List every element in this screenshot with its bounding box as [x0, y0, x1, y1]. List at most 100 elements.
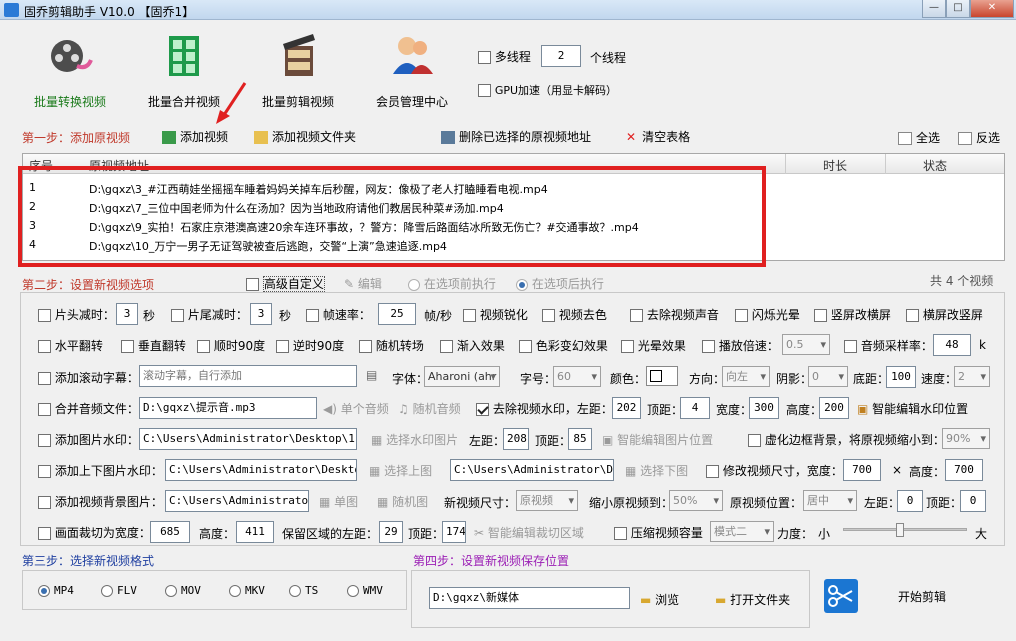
bottom-input[interactable]: 100	[886, 366, 916, 388]
color-picker[interactable]	[646, 366, 678, 386]
tail-cut-checkbox[interactable]	[171, 309, 184, 322]
format-radio[interactable]	[165, 585, 177, 597]
fadein-option[interactable]: 渐入效果	[440, 337, 505, 354]
resize-height-input[interactable]: 700	[945, 459, 983, 481]
position-select[interactable]: 居中	[803, 490, 857, 511]
head-cut-checkbox[interactable]	[38, 309, 51, 322]
resize-option[interactable]: 修改视频尺寸，宽度：	[706, 462, 843, 479]
shrink-select[interactable]: 50%	[669, 490, 723, 511]
add-folder-button[interactable]: 添加视频文件夹	[254, 128, 356, 145]
shadow-select[interactable]: 0	[808, 366, 848, 387]
bg-image-option[interactable]: 添加视频背景图片：	[38, 493, 163, 510]
image-watermark-option[interactable]: 添加图片水印：	[38, 431, 139, 448]
ccw90-checkbox[interactable]	[276, 340, 289, 353]
resize-checkbox[interactable]	[706, 465, 719, 478]
strength-slider[interactable]	[843, 523, 967, 537]
smart-watermark-button[interactable]: ▣ 智能编辑水印位置	[857, 400, 968, 417]
flash-option[interactable]: 闪烁光晕	[735, 306, 800, 323]
delete-selected-button[interactable]: 删除已选择的原视频地址	[441, 128, 591, 145]
speed-checkbox[interactable]	[702, 340, 715, 353]
format-option-mov[interactable]: MOV	[165, 584, 201, 597]
invert-selection-button[interactable]: 反选	[958, 129, 1000, 146]
halo-option[interactable]: 光晕效果	[621, 337, 686, 354]
rand-transition-option[interactable]: 随机转场	[359, 337, 424, 354]
maximize-button[interactable]: □	[946, 0, 970, 18]
vflip-checkbox[interactable]	[121, 340, 134, 353]
new-size-select[interactable]: 原视频	[516, 490, 578, 511]
speed-option[interactable]: 播放倍速：	[702, 337, 779, 354]
add-video-button[interactable]: 添加视频	[162, 128, 228, 145]
crop-option[interactable]: 画面裁切为宽度：	[38, 524, 151, 541]
format-radio[interactable]	[229, 585, 241, 597]
size-select[interactable]: 60	[553, 366, 601, 387]
scroll-speed-select[interactable]: 2	[954, 366, 990, 387]
gpu-checkbox[interactable]	[478, 84, 491, 97]
bottom-image-path[interactable]: C:\Users\Administrator\Desk	[450, 459, 614, 481]
format-option-ts[interactable]: TS	[289, 584, 318, 597]
img-left-input[interactable]: 208	[503, 428, 529, 450]
start-edit-button[interactable]: 开始剪辑	[822, 578, 982, 614]
keep-top-input[interactable]: 174	[442, 521, 466, 543]
color-fx-option[interactable]: 色彩变幻效果	[519, 337, 608, 354]
format-radio[interactable]	[101, 585, 113, 597]
h2v-checkbox[interactable]	[906, 309, 919, 322]
select-all-button[interactable]: 全选	[898, 129, 940, 146]
format-option-wmv[interactable]: WMV	[347, 584, 383, 597]
fps-checkbox[interactable]	[306, 309, 319, 322]
sample-rate-option[interactable]: 音频采样率：	[844, 337, 933, 354]
before-radio[interactable]	[408, 278, 420, 291]
bg-image-checkbox[interactable]	[38, 496, 51, 509]
sharpen-option[interactable]: 视频锐化	[463, 306, 528, 323]
image-watermark-checkbox[interactable]	[38, 434, 51, 447]
tb-image-option[interactable]: 添加上下图片水印：	[38, 462, 163, 479]
crop-checkbox[interactable]	[38, 527, 51, 540]
rand-transition-checkbox[interactable]	[359, 340, 372, 353]
bg-top-input[interactable]: 0	[960, 490, 986, 512]
direction-select[interactable]: 向左	[722, 366, 770, 387]
speed-select[interactable]: 0.5	[782, 334, 830, 355]
clear-table-button[interactable]: ✕ 清空表格	[626, 128, 690, 145]
thread-count-input[interactable]: 2	[541, 45, 581, 67]
open-folder-button[interactable]: ▬ 打开文件夹	[715, 591, 790, 608]
random-audio-button[interactable]: ♫ 随机音频	[398, 400, 461, 417]
close-button[interactable]: ✕	[970, 0, 1014, 18]
sample-rate-checkbox[interactable]	[844, 340, 857, 353]
img-top-input[interactable]: 85	[568, 428, 592, 450]
crop-height-input[interactable]: 411	[236, 521, 274, 543]
vflip-option[interactable]: 垂直翻转	[121, 337, 186, 354]
mute-option[interactable]: 去除视频声音	[630, 306, 719, 323]
minimize-button[interactable]: —	[922, 0, 946, 18]
wm-left-input[interactable]: 202	[612, 397, 641, 419]
blur-scale-select[interactable]: 90%	[942, 428, 990, 449]
fadein-checkbox[interactable]	[440, 340, 453, 353]
cw90-checkbox[interactable]	[197, 340, 210, 353]
before-option[interactable]: 在选项前执行	[408, 275, 496, 292]
ccw90-option[interactable]: 逆时90度	[276, 337, 344, 354]
after-option[interactable]: 在选项后执行	[516, 275, 604, 292]
font-select[interactable]: Aharoni (ahr	[424, 366, 500, 387]
remove-watermark-checkbox[interactable]	[476, 403, 489, 416]
audio-path-input[interactable]: D:\gqxz\提示音.mp3	[139, 397, 317, 419]
tail-cut-input[interactable]: 3	[250, 303, 272, 325]
format-option-mp4[interactable]: MP4	[38, 584, 74, 597]
random-image-button[interactable]: ▦ 随机图	[377, 493, 428, 510]
bg-left-input[interactable]: 0	[897, 490, 923, 512]
smart-crop-button[interactable]: ✂ 智能编辑裁切区域	[474, 524, 584, 541]
gpu-option[interactable]: GPU加速（用显卡解码）	[478, 82, 617, 98]
v2h-checkbox[interactable]	[814, 309, 827, 322]
decolor-option[interactable]: 视频去色	[542, 306, 607, 323]
single-audio-button[interactable]: ◀) 单个音频	[323, 400, 389, 417]
batch-convert-button[interactable]: 批量转换视频	[28, 30, 112, 110]
sample-rate-input[interactable]: 48	[933, 334, 971, 356]
crop-width-input[interactable]: 685	[150, 521, 190, 543]
scroll-text-option[interactable]: 添加滚动字幕：	[38, 369, 139, 386]
hflip-checkbox[interactable]	[38, 340, 51, 353]
merge-audio-checkbox[interactable]	[38, 403, 51, 416]
format-option-mkv[interactable]: MKV	[229, 584, 265, 597]
sharpen-checkbox[interactable]	[463, 309, 476, 322]
fps-input[interactable]: 25	[378, 303, 416, 325]
color-fx-checkbox[interactable]	[519, 340, 532, 353]
wm-top-input[interactable]: 4	[680, 397, 710, 419]
compress-option[interactable]: 压缩视频容量	[614, 524, 703, 541]
multithread-option[interactable]: 多线程	[478, 48, 531, 65]
